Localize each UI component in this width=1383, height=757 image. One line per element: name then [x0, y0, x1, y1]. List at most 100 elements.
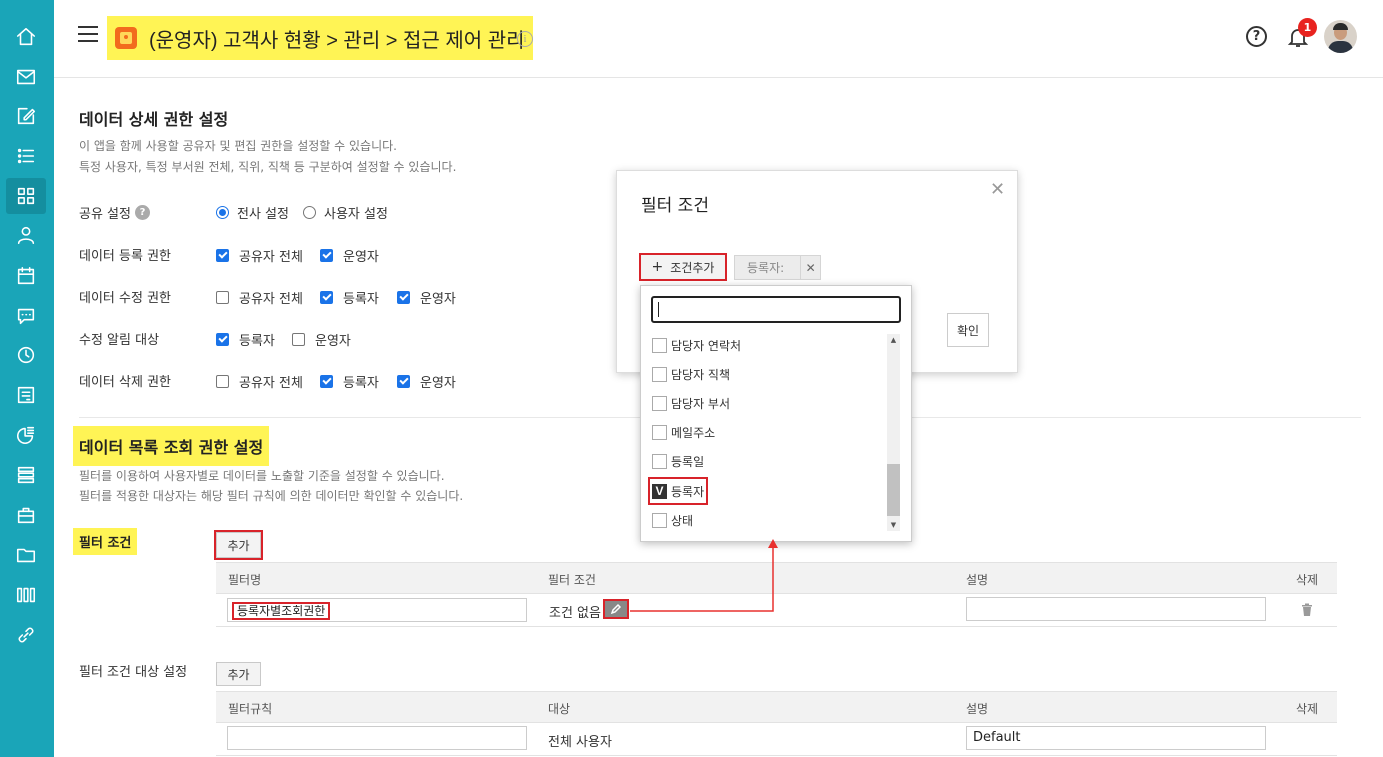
briefcase-icon[interactable] — [6, 497, 46, 533]
modify-opt1-label: 공유자 전체 — [239, 292, 303, 307]
notify-cb-registrant[interactable]: 등록자 — [216, 330, 275, 349]
edit-icon[interactable] — [6, 98, 46, 134]
share-radio-user[interactable]: 사용자 설정 — [303, 203, 388, 222]
scroll-up-icon[interactable]: ▲ — [887, 334, 900, 346]
checkbox-checked[interactable] — [320, 249, 333, 262]
filter-name-input[interactable]: 등록자별조회권한 — [227, 598, 527, 622]
detail-desc-2: 특정 사용자, 특정 부서원 전체, 직위, 직책 등 구분하여 설정할 수 있… — [79, 160, 457, 174]
confirm-button[interactable]: 확인 — [947, 313, 989, 347]
checkbox-unchecked[interactable] — [652, 453, 667, 469]
dropdown-item-label: 등록일 — [671, 454, 705, 469]
scroll-thumb[interactable] — [887, 464, 900, 516]
apps-icon[interactable] — [6, 178, 46, 214]
checkbox-unchecked[interactable] — [292, 333, 305, 346]
filter-add-button[interactable]: 추가 — [214, 530, 263, 560]
checkbox-checked[interactable]: V — [652, 483, 667, 499]
checkbox-unchecked[interactable] — [652, 337, 667, 353]
menu-icon[interactable] — [78, 26, 98, 42]
notify-opt2-label: 운영자 — [315, 334, 351, 349]
target-add-button[interactable]: 추가 — [216, 662, 261, 686]
text-caret — [658, 302, 659, 317]
scroll-down-icon[interactable]: ▼ — [887, 519, 900, 531]
library-icon[interactable] — [6, 577, 46, 613]
target-desc-input[interactable]: Default — [966, 726, 1266, 750]
list-item[interactable]: 등록일 — [652, 451, 704, 471]
add-condition-button[interactable]: + 조건추가 — [639, 253, 727, 281]
condition-chip[interactable]: 등록자: ✕ — [734, 255, 821, 280]
radio-unselected[interactable] — [303, 206, 316, 219]
help-circle-icon[interactable]: ? — [134, 205, 150, 220]
trash-icon[interactable] — [1300, 603, 1314, 621]
filter-cond-value: 조건 없음 — [549, 606, 601, 621]
register-cb-operator[interactable]: 운영자 — [320, 246, 379, 265]
mail-icon[interactable] — [6, 59, 46, 95]
notify-cb-operator[interactable]: 운영자 — [292, 330, 351, 349]
checkbox-checked[interactable] — [397, 375, 410, 388]
dropdown-search-input[interactable] — [651, 296, 901, 323]
checkbox-unchecked[interactable] — [652, 395, 667, 411]
share-label-text: 공유 설정 — [79, 207, 131, 222]
share-radio-company[interactable]: 전사 설정 — [216, 203, 289, 222]
checkbox-checked[interactable] — [397, 291, 410, 304]
share-opt1-label: 전사 설정 — [237, 207, 289, 222]
title-highlight: (운영자) 고객사 현황 > 관리 > 접근 제어 관리 — [107, 16, 533, 60]
header: (운영자) 고객사 현황 > 관리 > 접근 제어 관리 i ? 1 — [54, 0, 1383, 78]
chip-close-icon[interactable]: ✕ — [800, 256, 820, 279]
list-item[interactable]: 상태 — [652, 510, 693, 530]
checkbox-checked[interactable] — [216, 249, 229, 262]
list-item[interactable]: 담당자 연락처 — [652, 335, 741, 355]
checkbox-unchecked[interactable] — [652, 366, 667, 382]
chart-icon[interactable] — [6, 417, 46, 453]
delete-cb-registrant[interactable]: 등록자 — [320, 372, 379, 391]
target-label: 필터 조건 대상 설정 — [79, 665, 188, 680]
modify-cb-operator[interactable]: 운영자 — [397, 288, 456, 307]
link-icon[interactable] — [6, 617, 46, 653]
pencil-icon — [610, 603, 622, 615]
filter-rule-input[interactable] — [227, 726, 527, 750]
modify-cb-all[interactable]: 공유자 전체 — [216, 288, 303, 307]
col-delete: 삭제 — [1296, 573, 1319, 587]
list-item[interactable]: 메일주소 — [652, 422, 715, 442]
home-icon[interactable] — [6, 19, 46, 55]
list-desc-2: 필터를 적용한 대상자는 해당 필터 규칙에 의한 데이터만 확인할 수 있습니… — [79, 489, 464, 503]
delete-cb-all[interactable]: 공유자 전체 — [216, 372, 303, 391]
folder-icon[interactable] — [6, 537, 46, 573]
modal-title: 필터 조건 — [641, 196, 709, 216]
checkbox-checked[interactable] — [216, 333, 229, 346]
calendar-icon[interactable] — [6, 258, 46, 294]
list-item[interactable]: V 등록자 — [647, 477, 709, 505]
list-icon[interactable] — [6, 138, 46, 174]
person-icon[interactable] — [6, 217, 46, 253]
edit-condition-button[interactable] — [603, 599, 629, 619]
radio-selected[interactable] — [216, 206, 229, 219]
modify-cb-registrant[interactable]: 등록자 — [320, 288, 379, 307]
checkbox-unchecked[interactable] — [216, 375, 229, 388]
col-target-delete: 삭제 — [1296, 702, 1319, 716]
checkbox-unchecked[interactable] — [652, 512, 667, 528]
board-icon[interactable] — [6, 377, 46, 413]
checkbox-unchecked[interactable] — [216, 291, 229, 304]
checkbox-checked[interactable] — [320, 375, 333, 388]
info-icon[interactable]: i — [517, 31, 533, 47]
avatar[interactable] — [1324, 20, 1357, 53]
chat-icon[interactable] — [6, 298, 46, 334]
checkbox-checked[interactable] — [320, 291, 333, 304]
list-section-title: 데이터 목록 조회 권한 설정 — [73, 426, 270, 466]
app-icon — [115, 27, 137, 49]
dropdown-scrollbar[interactable]: ▲ ▼ — [887, 334, 900, 531]
list-item[interactable]: 담당자 직책 — [652, 364, 730, 384]
delete-cb-operator[interactable]: 운영자 — [397, 372, 456, 391]
col-filter-name: 필터명 — [228, 573, 262, 587]
clock-icon[interactable] — [6, 337, 46, 373]
share-opt2-label: 사용자 설정 — [324, 207, 388, 222]
help-icon[interactable]: ? — [1246, 26, 1267, 47]
modify-label: 데이터 수정 권한 — [79, 291, 171, 306]
checkbox-unchecked[interactable] — [652, 424, 667, 440]
delete-opt3-label: 운영자 — [420, 376, 456, 391]
list-item[interactable]: 담당자 부서 — [652, 393, 730, 413]
stack-icon[interactable] — [6, 457, 46, 493]
col-filter-cond: 필터 조건 — [548, 573, 596, 587]
filter-desc-input[interactable] — [966, 597, 1266, 621]
close-icon[interactable]: ✕ — [990, 179, 1005, 200]
register-cb-all[interactable]: 공유자 전체 — [216, 246, 303, 265]
